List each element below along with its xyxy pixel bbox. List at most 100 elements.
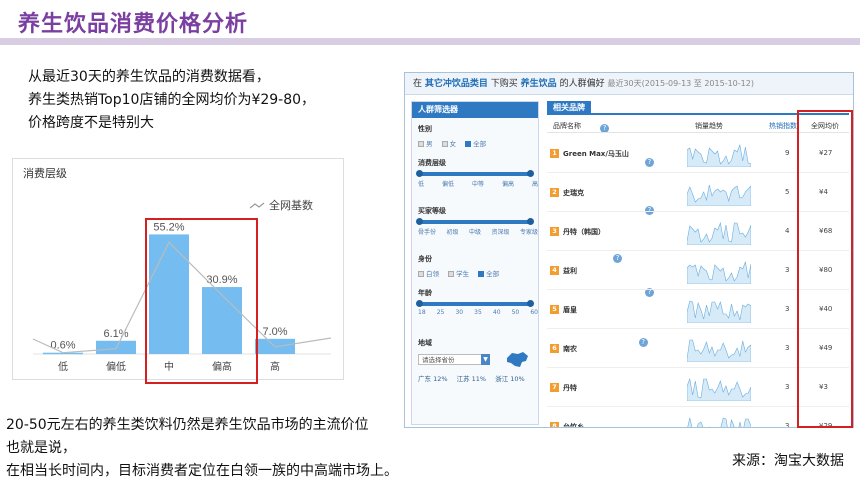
sparkline-area xyxy=(687,260,751,284)
slider-tick: 18 xyxy=(418,309,426,316)
identity-option-all[interactable]: 全部 xyxy=(478,270,499,278)
identity-option-student[interactable]: 学生 xyxy=(448,270,469,278)
sales-trend-sparkline xyxy=(687,300,751,323)
conclusion-text: 20-50元左右的养生类饮料仍然是养生饮品市场的主流价位 也就是说， 在相当长时… xyxy=(6,414,398,483)
brand-name[interactable]: 史瑞克 xyxy=(563,188,584,198)
col-hot-sort[interactable]: 热销指数 xyxy=(769,121,797,131)
slider-tick: 中级 xyxy=(468,229,481,236)
x-tick-label: 低 xyxy=(58,360,68,373)
conclusion-line: 20-50元左右的养生类饮料仍然是养生饮品市场的主流价位 xyxy=(6,417,369,433)
audience-filter: 人群筛选器 性别 ? 男 女 全部 消费层级 ? 低 偏低 中等 偏高 高 买家… xyxy=(411,101,654,425)
brand-name[interactable]: 丹特（韩国） xyxy=(563,227,605,237)
filter-grade: 买家等级 ? 骨手份 初级 中级 资深级 专家级 xyxy=(416,206,654,236)
panel-header: 在 其它冲饮品类目 下购买 养生饮品 的人群偏好 最近30天(2015-09-1… xyxy=(405,73,853,95)
slide-title: 养生饮品消费价格分析 xyxy=(18,12,249,37)
intro-line: 价格跨度不是特别大 xyxy=(28,115,154,131)
sales-trend-sparkline xyxy=(687,377,751,401)
slider-tick: 40 xyxy=(492,309,501,316)
level-slider[interactable] xyxy=(416,170,534,177)
hot-index: 9 xyxy=(785,149,790,157)
gender-option-male[interactable]: 男 xyxy=(418,140,433,148)
slider-tick: 35 xyxy=(474,309,482,316)
bar xyxy=(96,340,136,354)
header-text: 的人群偏好 xyxy=(559,79,605,89)
region-stat: 浙江 10% xyxy=(495,375,525,383)
slider-tick: 骨手份 xyxy=(418,229,437,236)
filter-label: 买家等级 xyxy=(418,207,446,215)
sparkline-area xyxy=(687,377,751,401)
filter-age: 年龄 ? 18 25 30 35 40 50 60 xyxy=(416,288,654,316)
sales-trend-sparkline xyxy=(687,260,751,284)
province-select[interactable]: 请选择省份 ▼ xyxy=(418,354,490,365)
sparkline-area xyxy=(687,184,751,206)
category-link[interactable]: 其它冲饮品类目 xyxy=(425,79,488,89)
filter-label: 年龄 xyxy=(418,289,432,297)
rank-badge: 1 xyxy=(550,149,559,158)
age-slider[interactable] xyxy=(416,300,534,307)
sales-trend-sparkline xyxy=(687,221,751,245)
rank-badge: 5 xyxy=(550,305,559,314)
filter-identity: 身份 ? 白领 学生 全部 xyxy=(418,254,623,278)
header-text: 下购买 xyxy=(490,79,518,89)
filter-gender: 性别 ? 男 女 全部 xyxy=(418,124,610,148)
brand-name[interactable]: 台竹乡 xyxy=(563,422,584,427)
hot-index: 5 xyxy=(785,188,790,196)
filter-label: 地域 xyxy=(418,339,432,347)
slider-tick: 专家级 xyxy=(519,229,538,236)
sparkline-area xyxy=(687,221,751,245)
slider-tick: 低 xyxy=(418,181,425,188)
brand-name[interactable]: 南农 xyxy=(563,344,577,354)
slider-tick: 60 xyxy=(530,309,538,316)
sparkline-area xyxy=(687,339,751,362)
brand-name[interactable]: 益利 xyxy=(563,266,577,276)
chevron-down-icon[interactable]: ▼ xyxy=(481,354,490,365)
gender-option-all[interactable]: 全部 xyxy=(465,140,486,148)
sales-trend-sparkline xyxy=(687,417,751,427)
province-placeholder: 请选择省份 xyxy=(422,356,455,364)
slider-tick: 高 xyxy=(531,181,538,188)
x-tick-label: 偏低 xyxy=(106,360,126,373)
slider-tick: 偏高 xyxy=(501,181,514,188)
taobao-preference-panel: 在 其它冲饮品类目 下购买 养生饮品 的人群偏好 最近30天(2015-09-1… xyxy=(404,72,854,428)
intro-text: 从最近30天的养生饮品的消费数据看， 养生类热销Top10店铺的全网均价为¥29… xyxy=(28,66,315,135)
header-text: 在 xyxy=(413,79,423,89)
hot-index: 3 xyxy=(785,305,790,313)
sales-trend-sparkline xyxy=(687,339,751,362)
slider-tick: 偏低 xyxy=(441,181,454,188)
identity-option-whitecollar[interactable]: 白领 xyxy=(418,270,439,278)
title-divider xyxy=(0,38,860,45)
tab-related-brands[interactable]: 相关品牌 xyxy=(547,101,591,115)
filter-label: 性别 xyxy=(418,125,432,133)
col-brand: 品牌名称 xyxy=(553,122,581,130)
sales-trend-sparkline xyxy=(687,143,751,167)
sales-trend-sparkline xyxy=(687,184,751,206)
conclusion-line: 在相当长时间内，目标消费者定位在白领一族的中高端市场上。 xyxy=(6,463,398,479)
filter-level: 消费层级 ? 低 偏低 中等 偏高 高 xyxy=(416,158,654,188)
gender-option-female[interactable]: 女 xyxy=(441,140,456,148)
hot-index: 3 xyxy=(785,344,790,352)
x-tick-label: 高 xyxy=(270,360,280,373)
hot-index: 4 xyxy=(785,227,790,235)
rank-badge: 6 xyxy=(550,344,559,353)
filter-label: 身份 xyxy=(418,255,432,263)
rank-badge: 7 xyxy=(550,383,559,392)
rank-badge: 2 xyxy=(550,188,559,197)
grade-slider[interactable] xyxy=(416,218,534,225)
period-text: 最近30天(2015-09-13 至 2015-10-12) xyxy=(607,79,754,88)
region-stat: 广东 12% xyxy=(418,375,448,383)
sparkline-area xyxy=(687,143,751,167)
slider-tick: 中等 xyxy=(471,181,484,188)
product-link[interactable]: 养生饮品 xyxy=(521,79,557,89)
rank-badge: 8 xyxy=(550,422,559,427)
rank-badge: 4 xyxy=(550,266,559,275)
sparkline-area xyxy=(687,300,751,323)
bar-value-label: 7.0% xyxy=(262,326,287,338)
brand-name[interactable]: Green Max/马玉山 xyxy=(563,149,629,159)
slider-tick: 30 xyxy=(455,309,464,316)
highlight-box-price xyxy=(797,110,853,428)
source-note: 来源：淘宝大数据 xyxy=(732,453,844,469)
china-map-icon xyxy=(507,352,528,367)
brand-name[interactable]: 丹特 xyxy=(563,383,577,393)
hot-index: 3 xyxy=(785,422,790,428)
brand-name[interactable]: 盾皇 xyxy=(563,305,577,315)
